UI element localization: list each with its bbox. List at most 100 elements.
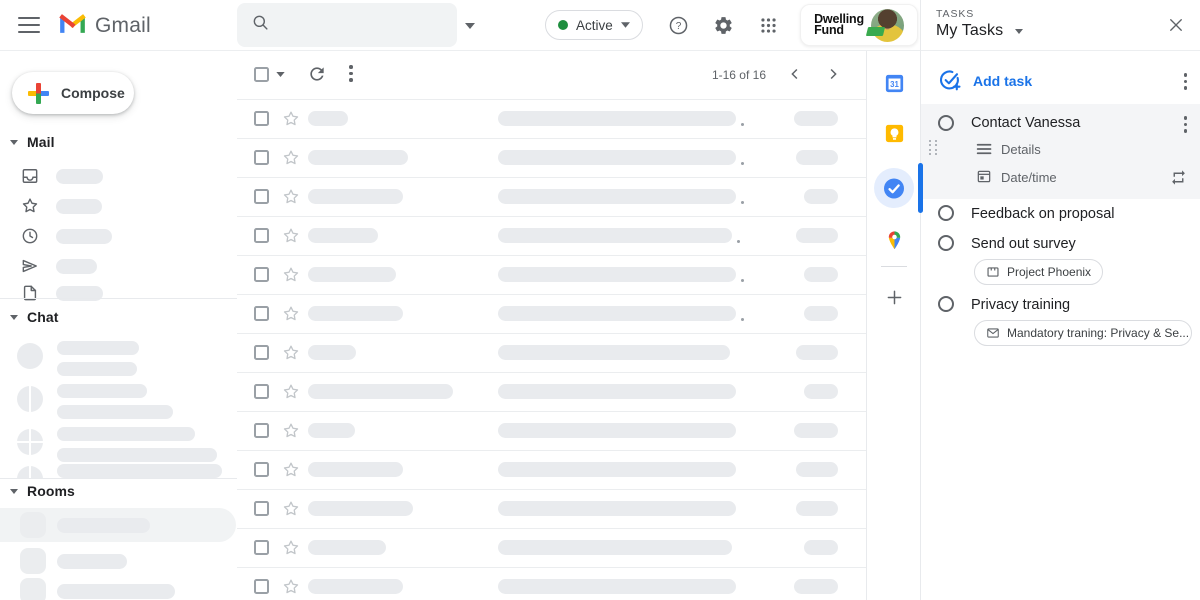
row-checkbox[interactable] xyxy=(254,384,269,399)
star-icon[interactable] xyxy=(281,265,301,285)
workspace-account-card[interactable]: Dwelling Fund xyxy=(800,4,918,46)
workspace-name-line2: Fund xyxy=(814,23,844,37)
rooms-section-toggle[interactable]: Rooms xyxy=(10,483,75,499)
email-row[interactable] xyxy=(237,334,866,373)
row-checkbox[interactable] xyxy=(254,501,269,516)
date-placeholder xyxy=(796,150,838,165)
refresh-icon[interactable] xyxy=(307,64,327,84)
email-row[interactable] xyxy=(237,412,866,451)
sidebar-room-item[interactable] xyxy=(0,574,236,600)
drag-handle-icon[interactable] xyxy=(928,139,938,156)
email-row[interactable] xyxy=(237,139,866,178)
row-checkbox[interactable] xyxy=(254,150,269,165)
email-row[interactable] xyxy=(237,490,866,529)
search-input[interactable] xyxy=(280,16,465,34)
email-row[interactable] xyxy=(237,568,866,600)
row-checkbox[interactable] xyxy=(254,579,269,594)
star-icon[interactable] xyxy=(281,343,301,363)
sender-placeholder xyxy=(308,423,355,438)
room-placeholder xyxy=(57,584,175,599)
repeat-icon[interactable] xyxy=(1170,169,1187,191)
sidebar-chat-item[interactable] xyxy=(0,384,237,424)
add-task-label: Add task xyxy=(973,73,1032,89)
search-bar[interactable] xyxy=(237,3,457,47)
task-complete-circle[interactable] xyxy=(938,296,954,312)
select-caret-icon[interactable] xyxy=(276,72,285,77)
task-item-selected[interactable]: Contact Vanessa Details Date/time xyxy=(921,104,1200,199)
select-all-checkbox[interactable] xyxy=(254,67,269,82)
rooms-section-label: Rooms xyxy=(27,483,75,499)
task-link-chip[interactable]: Project Phoenix xyxy=(974,259,1103,285)
maps-app-icon[interactable] xyxy=(882,228,906,252)
more-options-icon[interactable] xyxy=(349,65,353,82)
row-checkbox[interactable] xyxy=(254,423,269,438)
email-row[interactable] xyxy=(237,217,866,256)
calendar-app-icon[interactable]: 31 xyxy=(882,71,906,95)
row-checkbox[interactable] xyxy=(254,462,269,477)
star-icon[interactable] xyxy=(281,460,301,480)
close-icon[interactable] xyxy=(1167,16,1185,34)
task-complete-circle[interactable] xyxy=(938,235,954,251)
sidebar-chat-item[interactable] xyxy=(0,341,237,381)
row-checkbox[interactable] xyxy=(254,306,269,321)
email-row[interactable] xyxy=(237,529,866,568)
newer-page-chevron-icon[interactable] xyxy=(786,65,804,83)
star-icon[interactable] xyxy=(281,109,301,129)
task-list-selector[interactable]: My Tasks xyxy=(936,22,1023,40)
email-row[interactable] xyxy=(237,451,866,490)
chat-placeholder xyxy=(57,341,139,355)
email-row[interactable] xyxy=(237,100,866,139)
task-details-field[interactable]: Details xyxy=(1001,142,1041,157)
subject-placeholder xyxy=(498,384,736,399)
availability-status-selector[interactable]: Active xyxy=(545,10,643,40)
star-icon[interactable] xyxy=(281,187,301,207)
row-checkbox[interactable] xyxy=(254,540,269,555)
task-more-options-icon[interactable] xyxy=(1184,116,1188,133)
star-icon[interactable] xyxy=(281,538,301,558)
room-placeholder xyxy=(57,554,127,569)
sender-placeholder xyxy=(308,267,396,282)
apps-grid-icon[interactable] xyxy=(756,13,780,37)
details-lines-icon xyxy=(976,142,993,161)
keep-app-icon[interactable] xyxy=(882,121,906,145)
star-icon[interactable] xyxy=(281,226,301,246)
email-row[interactable] xyxy=(237,295,866,334)
task-complete-circle[interactable] xyxy=(938,205,954,221)
avatar[interactable] xyxy=(871,9,904,42)
star-icon[interactable] xyxy=(281,421,301,441)
email-row[interactable] xyxy=(237,373,866,412)
gmail-logo[interactable]: Gmail xyxy=(58,12,151,40)
sidebar-room-item[interactable] xyxy=(0,544,236,578)
star-icon[interactable] xyxy=(281,304,301,324)
row-checkbox[interactable] xyxy=(254,189,269,204)
task-item[interactable]: Feedback on proposal xyxy=(921,204,1200,232)
email-row[interactable] xyxy=(237,178,866,217)
sidebar-room-item[interactable] xyxy=(0,508,236,542)
add-task-button[interactable]: Add task xyxy=(921,62,1200,100)
sidebar-chat-item[interactable] xyxy=(0,464,237,478)
older-page-chevron-icon[interactable] xyxy=(824,65,842,83)
task-datetime-field[interactable]: Date/time xyxy=(1001,170,1057,185)
menu-icon[interactable] xyxy=(18,17,40,33)
row-checkbox[interactable] xyxy=(254,111,269,126)
get-addons-plus-icon[interactable] xyxy=(882,285,906,309)
subject-placeholder xyxy=(498,540,732,555)
help-icon[interactable]: ? xyxy=(666,13,690,37)
email-row[interactable] xyxy=(237,256,866,295)
row-checkbox[interactable] xyxy=(254,267,269,282)
task-item[interactable]: Privacy training xyxy=(921,295,1200,323)
star-icon[interactable] xyxy=(281,382,301,402)
star-icon[interactable] xyxy=(281,577,301,597)
task-item[interactable]: Send out survey xyxy=(921,234,1200,262)
row-checkbox[interactable] xyxy=(254,228,269,243)
sidebar-chat-item[interactable] xyxy=(0,427,237,467)
task-link-chip[interactable]: Mandatory traning: Privacy & Se... xyxy=(974,320,1192,346)
tasks-more-options-icon[interactable] xyxy=(1184,73,1188,90)
settings-gear-icon[interactable] xyxy=(711,13,735,37)
star-icon[interactable] xyxy=(281,499,301,519)
search-options-caret-icon[interactable] xyxy=(465,16,475,34)
star-icon[interactable] xyxy=(281,148,301,168)
task-complete-circle[interactable] xyxy=(938,115,954,131)
tasks-app-icon[interactable] xyxy=(882,176,906,200)
row-checkbox[interactable] xyxy=(254,345,269,360)
